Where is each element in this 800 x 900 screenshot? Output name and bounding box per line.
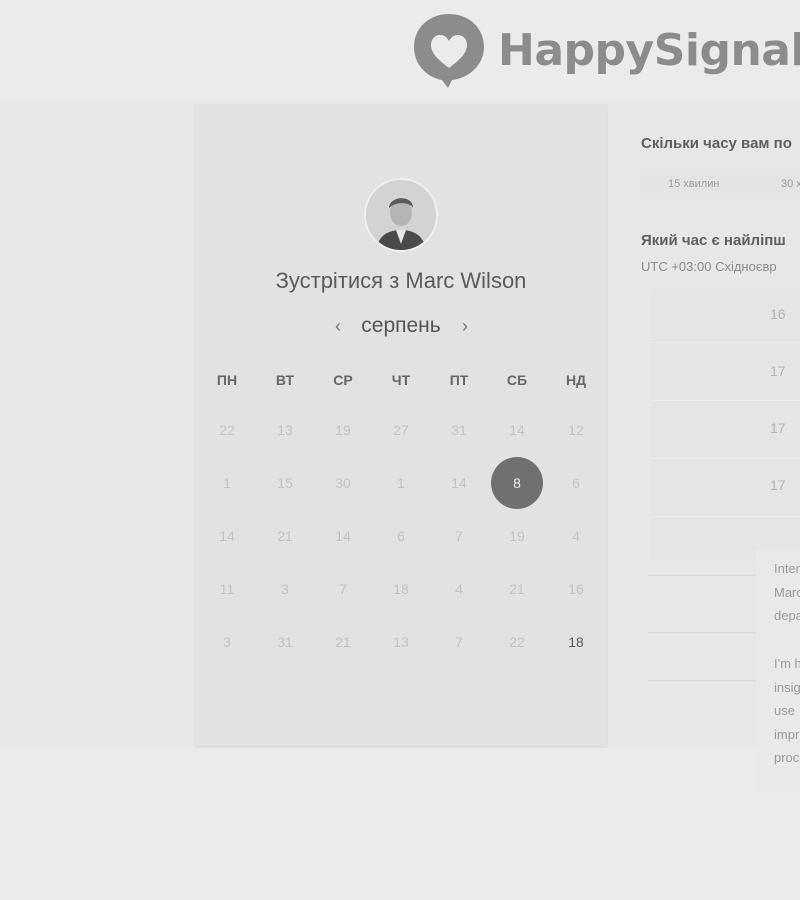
time-slot[interactable]: 17 [770,420,800,436]
weekday-label: ПТ [449,372,469,388]
selected-day[interactable]: 8 [491,457,543,509]
weekday-label: СР [333,372,353,388]
calendar-day[interactable]: 19 [491,510,543,562]
calendar-day[interactable]: 3 [201,616,253,668]
calendar-day[interactable]: 6 [375,510,427,562]
time-slot[interactable]: 16 [770,306,800,322]
duration-option-15[interactable]: 15 хвилин [668,178,719,190]
bio-line: I'm h [774,656,800,671]
bio-line: Marc [774,585,800,600]
calendar-day[interactable]: 22 [201,404,253,456]
weekday-label: ВТ [275,372,295,388]
brand-name: HappySignals [498,24,800,76]
calendar-day[interactable]: 7 [317,563,369,615]
calendar-day[interactable]: 7 [433,616,485,668]
meeting-title: Зустрітися з Marc Wilson [275,268,527,293]
avatar [364,178,438,252]
bio-line: depa [774,608,800,623]
calendar-day[interactable]: 16 [550,563,602,615]
bio-line: use [774,703,795,718]
header: HappySignals [0,0,800,100]
bio-line: proc [774,750,800,765]
calendar-day[interactable]: 4 [433,563,485,615]
calendar-day[interactable]: 21 [317,616,369,668]
duration-option-30[interactable]: 30 х [781,178,800,190]
calendar-day[interactable]: 18 [375,563,427,615]
brand-logo[interactable]: HappySignals [412,12,800,88]
calendar-day[interactable]: 4 [550,510,602,562]
calendar-day[interactable]: 22 [491,616,543,668]
calendar-day[interactable]: 13 [259,404,311,456]
calendar-day[interactable]: 18 [550,616,602,668]
calendar-day[interactable]: 7 [433,510,485,562]
person-photo-icon [366,180,436,250]
weekday-label: ЧТ [391,372,411,388]
slot-divider [651,458,800,459]
calendar-day[interactable]: 27 [375,404,427,456]
calendar-day[interactable]: 11 [201,563,253,615]
timezone-label[interactable]: UTC +03:00 Східноєвр [641,259,777,274]
slot-divider [651,516,800,517]
calendar-day[interactable]: 14 [433,457,485,509]
divider [648,632,756,633]
calendar-day[interactable]: 1 [201,457,253,509]
slot-divider [651,342,800,343]
calendar-grid: 22 13 19 27 31 14 12 1 15 30 1 14 8 6 14 21 14 6 7 19 4 11 3 7 1… [195,404,607,674]
divider [648,575,756,576]
bio-line: insig [774,680,800,695]
bio-line: Inter [774,561,800,576]
calendar-day[interactable]: 3 [259,563,311,615]
duration-options [640,170,800,198]
weekday-label: ПН [216,372,238,388]
weekday-label: СБ [506,372,528,388]
month-label: серпень [361,314,441,337]
time-slot[interactable]: 17 [770,363,800,379]
bio-line: impr [774,727,800,742]
weekday-label: НД [565,372,587,388]
next-month-icon[interactable]: › [455,316,475,337]
calendar-day[interactable]: 12 [550,404,602,456]
time-slot-list: 16 17 17 17 [651,290,800,560]
heart-speech-bubble-icon [414,14,484,88]
calendar-day[interactable]: 1 [375,457,427,509]
calendar-day[interactable]: 30 [317,457,369,509]
calendar-day[interactable]: 14 [491,404,543,456]
calendar-day[interactable]: 15 [259,457,311,509]
calendar-day[interactable]: 6 [550,457,602,509]
month-navigator: серпень ‹ › [195,314,607,342]
calendar-day[interactable]: 21 [259,510,311,562]
weekday-header: ПН ВТ СР ЧТ ПТ СБ НД [195,372,607,392]
calendar-day[interactable]: 13 [375,616,427,668]
calendar-day[interactable]: 19 [317,404,369,456]
prev-month-icon[interactable]: ‹ [328,316,348,337]
time-slot[interactable]: 17 [770,477,800,493]
calendar-card: Зустрітися з Marc Wilson серпень ‹ › ПН В… [195,104,607,746]
divider [648,680,756,681]
slot-divider [651,400,800,401]
calendar-day[interactable]: 14 [317,510,369,562]
calendar-day[interactable]: 31 [259,616,311,668]
calendar-day[interactable]: 14 [201,510,253,562]
time-question: Який час є найліпш [641,232,786,249]
calendar-day[interactable]: 21 [491,563,543,615]
calendar-day[interactable]: 31 [433,404,485,456]
duration-question: Скільки часу вам по [641,135,792,152]
